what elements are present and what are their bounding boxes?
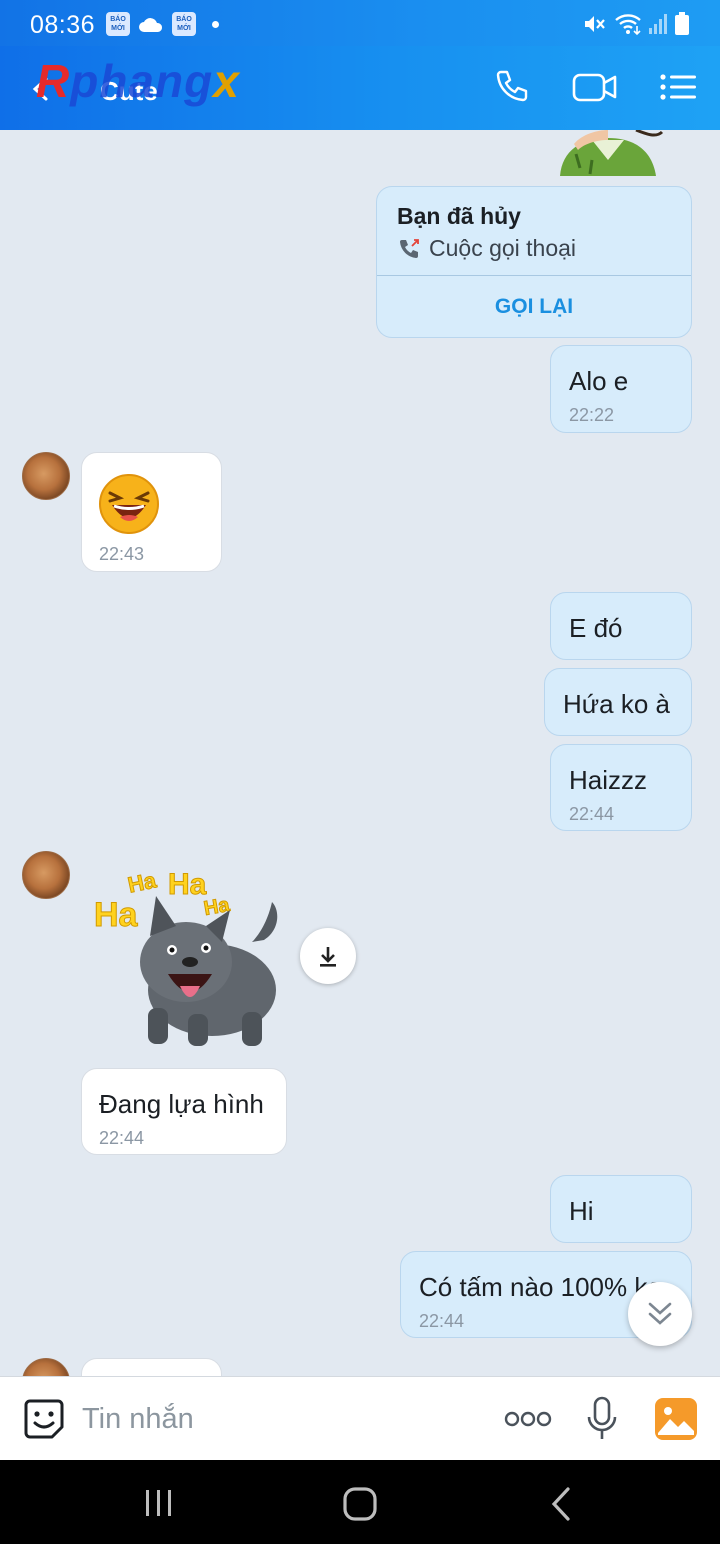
menu-icon[interactable] [658,68,698,106]
signal-icon [649,14,667,34]
message-input[interactable] [82,1401,462,1437]
message-time: 22:22 [569,405,615,425]
news-app-notification-icon-2: BÁO MỚI [172,12,196,36]
home-icon[interactable] [342,1486,378,1522]
message-text: Haizzz [569,765,648,795]
nav-back-icon[interactable] [548,1486,574,1522]
cloud-icon [139,18,163,32]
video-call-icon[interactable] [572,68,618,106]
outgoing-message[interactable]: Haizzz 22:44 [550,744,692,831]
laughing-emoji-icon [99,474,159,534]
call-card-divider [377,275,691,276]
download-button[interactable] [300,928,356,984]
message-text: Đang lựa hình [99,1089,264,1119]
more-notifications-dot [212,21,219,28]
outgoing-message[interactable]: Hi [550,1175,692,1243]
message-time: 22:44 [99,1128,145,1148]
system-nav-bar [0,1460,720,1544]
message-time: 22:43 [99,544,145,564]
news-app-notification-icon: BÁO MỚI [106,12,130,36]
download-icon [320,947,336,967]
status-time: 08:36 [30,11,96,39]
phone-icon[interactable] [492,68,530,106]
chat-area[interactable]: Bạn đã hủy Cuộc gọi thoại GỌI LẠI Alo e … [0,130,720,1376]
missed-call-icon [400,239,419,258]
microphone-icon[interactable] [586,1395,618,1443]
avatar[interactable] [22,1358,70,1376]
sticker-icon[interactable] [22,1397,66,1441]
mute-icon [585,16,605,32]
call-status-title: Bạn đã hủy [397,203,521,229]
wifi-icon [615,14,641,36]
incoming-message[interactable] [81,1358,222,1376]
image-icon[interactable] [654,1397,698,1441]
message-time: 22:44 [419,1311,465,1331]
chat-header: Cute Rphangx [0,46,720,130]
chevron-double-down-icon [648,1302,672,1325]
message-text: Hi [569,1196,594,1226]
cartoon-sticker-partial[interactable] [552,130,666,176]
outgoing-message[interactable]: Hứa ko à [544,668,692,736]
dog-illustration [140,896,278,1046]
call-back-button[interactable]: GỌI LẠI [377,295,691,319]
incoming-message[interactable]: Đang lựa hình 22:44 [81,1068,287,1155]
message-text: Hứa ko à [563,689,671,719]
message-text: Có tấm nào 100% ko [419,1272,662,1302]
avatar[interactable] [22,452,70,500]
cancelled-call-card[interactable]: Bạn đã hủy Cuộc gọi thoại GỌI LẠI [376,186,692,338]
status-bar: 08:36 BÁO MỚI BÁO MỚI [0,0,720,46]
message-time: 22:44 [569,804,615,824]
incoming-message[interactable]: 22:43 [81,452,222,572]
battery-icon [675,12,689,35]
avatar[interactable] [22,851,70,899]
watermark-logo: Rphangx [36,55,240,107]
recent-apps-icon[interactable] [144,1488,174,1518]
message-text: E đó [569,613,623,643]
outgoing-message[interactable]: E đó [550,592,692,660]
more-icon[interactable] [504,1409,552,1429]
scroll-to-bottom-button[interactable] [628,1282,692,1346]
message-text: Alo e [569,366,629,396]
laughing-dog-sticker[interactable]: Ha Ha Ha Ha [90,860,286,1050]
message-input-bar [0,1376,720,1460]
outgoing-message[interactable]: Alo e 22:22 [550,345,692,433]
call-type-label: Cuộc gọi thoại [429,235,577,261]
